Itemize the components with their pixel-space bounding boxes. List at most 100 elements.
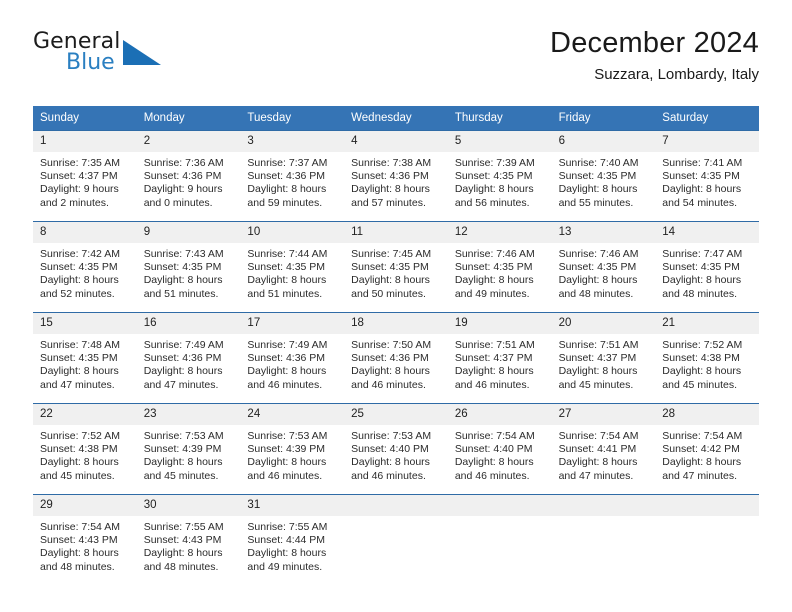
sunrise-text: Sunrise: 7:52 AM [662, 339, 743, 351]
day-details: Sunrise: 7:53 AM Sunset: 4:39 PM Daylight:… [137, 425, 241, 483]
sunset-text: Sunset: 4:40 PM [454, 443, 533, 456]
day-cell[interactable]: 10 Sunrise: 7:44 AM Sunset: 4:35 PM Dayligh… [240, 222, 345, 312]
day-cell[interactable]: 7 Sunrise: 7:41 AM Sunset: 4:35 PM Daylight… [655, 131, 759, 221]
daylight-text-line2: and 2 minutes. [40, 196, 109, 209]
sunrise-text: Sunrise: 7:38 AM [351, 157, 432, 169]
sunrise-text: Sunrise: 7:47 AM [662, 248, 743, 260]
daylight-text-line1: Daylight: 8 hours [662, 183, 742, 196]
day-number: 24 [240, 404, 345, 425]
day-details: Sunrise: 7:44 AM Sunset: 4:35 PM Daylight:… [240, 243, 344, 301]
sunrise-text: Sunrise: 7:51 AM [454, 339, 535, 351]
day-number: 13 [551, 222, 656, 243]
day-number: 16 [136, 313, 241, 334]
day-details: Sunrise: 7:40 AM Sunset: 4:35 PM Daylight:… [552, 152, 656, 210]
day-details: Sunrise: 7:35 AM Sunset: 4:37 PM Daylight:… [33, 152, 137, 210]
day-cell[interactable]: 25 Sunrise: 7:53 AM Sunset: 4:40 PM Dayligh… [344, 404, 448, 494]
day-cell[interactable]: 28 Sunrise: 7:54 AM Sunset: 4:42 PM Dayligh… [655, 404, 759, 494]
sunset-text: Sunset: 4:35 PM [40, 352, 118, 365]
day-cell[interactable]: 29 Sunrise: 7:54 AM Sunset: 4:43 PM Dayligh… [33, 495, 137, 574]
sunset-text: Sunset: 4:35 PM [40, 261, 118, 274]
day-cell[interactable]: 20 Sunrise: 7:51 AM Sunset: 4:37 PM Dayligh… [551, 313, 656, 403]
sunrise-text: Sunrise: 7:41 AM [662, 157, 743, 169]
daylight-text-line1: Daylight: 8 hours [662, 456, 742, 469]
sunrise-text: Sunrise: 7:45 AM [351, 248, 432, 260]
daylight-text-line2: and 47 minutes. [662, 469, 737, 482]
day-details: Sunrise: 7:50 AM Sunset: 4:36 PM Daylight:… [344, 334, 448, 392]
day-cell[interactable]: 8 Sunrise: 7:42 AM Sunset: 4:35 PM Daylight… [33, 222, 137, 312]
day-cell[interactable]: 5 Sunrise: 7:39 AM Sunset: 4:35 PM Daylight… [447, 131, 552, 221]
daylight-text-line2: and 46 minutes. [351, 378, 426, 391]
day-cell[interactable]: 31 Sunrise: 7:55 AM Sunset: 4:44 PM Dayligh… [240, 495, 345, 574]
blue-triangle-logo-icon [123, 40, 161, 65]
day-cell[interactable]: 21 Sunrise: 7:52 AM Sunset: 4:38 PM Dayligh… [655, 313, 759, 403]
sunrise-text: Sunrise: 7:36 AM [143, 157, 224, 169]
sunset-text: Sunset: 4:37 PM [558, 352, 637, 365]
day-number: 26 [447, 404, 552, 425]
weekday-header-thursday: Thursday [454, 112, 503, 124]
daylight-text-line1: Daylight: 8 hours [247, 274, 327, 287]
day-details: Sunrise: 7:37 AM Sunset: 4:36 PM Daylight:… [240, 152, 344, 210]
sunset-text: Sunset: 4:44 PM [247, 534, 326, 547]
daylight-text-line2: and 46 minutes. [351, 469, 426, 482]
day-cell[interactable]: 18 Sunrise: 7:50 AM Sunset: 4:36 PM Dayligh… [344, 313, 448, 403]
day-details: Sunrise: 7:52 AM Sunset: 4:38 PM Daylight:… [33, 425, 137, 483]
day-cell[interactable]: 26 Sunrise: 7:54 AM Sunset: 4:40 PM Dayligh… [447, 404, 552, 494]
sunset-text: Sunset: 4:41 PM [558, 443, 637, 456]
day-cell[interactable]: 2 Sunrise: 7:36 AM Sunset: 4:36 PM Daylight… [136, 131, 241, 221]
day-cell[interactable]: 13 Sunrise: 7:46 AM Sunset: 4:35 PM Dayligh… [551, 222, 656, 312]
day-details: Sunrise: 7:46 AM Sunset: 4:35 PM Daylight:… [448, 243, 552, 301]
sunset-text: Sunset: 4:39 PM [143, 443, 222, 456]
day-cell[interactable]: 15 Sunrise: 7:48 AM Sunset: 4:35 PM Dayligh… [33, 313, 137, 403]
day-cell[interactable]: 22 Sunrise: 7:52 AM Sunset: 4:38 PM Dayligh… [33, 404, 137, 494]
day-cell[interactable]: 11 Sunrise: 7:45 AM Sunset: 4:35 PM Dayligh… [344, 222, 448, 312]
day-cell[interactable]: 9 Sunrise: 7:43 AM Sunset: 4:35 PM Daylight… [136, 222, 241, 312]
daylight-text-line1: Daylight: 8 hours [40, 365, 119, 378]
sunrise-text: Sunrise: 7:55 AM [143, 521, 224, 533]
day-details: Sunrise: 7:49 AM Sunset: 4:36 PM Daylight:… [137, 334, 241, 392]
day-cell[interactable]: 16 Sunrise: 7:49 AM Sunset: 4:36 PM Dayligh… [136, 313, 241, 403]
day-number: 31 [240, 495, 345, 516]
daylight-text-line1: Daylight: 8 hours [247, 365, 327, 378]
sunrise-text: Sunrise: 7:35 AM [40, 157, 120, 169]
daylight-text-line2: and 48 minutes. [40, 560, 115, 573]
day-cell[interactable]: 12 Sunrise: 7:46 AM Sunset: 4:35 PM Dayligh… [447, 222, 552, 312]
day-details: Sunrise: 7:52 AM Sunset: 4:38 PM Daylight:… [655, 334, 759, 392]
page-title: December 2024 [550, 27, 759, 59]
day-cell[interactable]: 17 Sunrise: 7:49 AM Sunset: 4:36 PM Dayligh… [240, 313, 345, 403]
day-cell[interactable]: 14 Sunrise: 7:47 AM Sunset: 4:35 PM Dayligh… [655, 222, 759, 312]
day-cell[interactable]: 27 Sunrise: 7:54 AM Sunset: 4:41 PM Dayligh… [551, 404, 656, 494]
day-details [655, 516, 759, 521]
daylight-text-line2: and 48 minutes. [143, 560, 219, 573]
day-details: Sunrise: 7:41 AM Sunset: 4:35 PM Daylight:… [655, 152, 759, 210]
sunrise-text: Sunrise: 7:46 AM [558, 248, 639, 260]
day-details: Sunrise: 7:49 AM Sunset: 4:36 PM Daylight:… [240, 334, 344, 392]
day-number: 28 [655, 404, 759, 425]
daylight-text-line2: and 51 minutes. [247, 287, 323, 300]
daylight-text-line2: and 0 minutes. [143, 196, 213, 209]
day-cell[interactable]: 1 Sunrise: 7:35 AM Sunset: 4:37 PM Daylight… [33, 131, 137, 221]
sunset-text: Sunset: 4:43 PM [143, 534, 222, 547]
day-cell[interactable]: 6 Sunrise: 7:40 AM Sunset: 4:35 PM Daylight… [551, 131, 656, 221]
day-cell[interactable]: 3 Sunrise: 7:37 AM Sunset: 4:36 PM Daylight… [240, 131, 345, 221]
calendar-page: General Blue December 2024 Suzzara, Lomb… [0, 0, 792, 612]
daylight-text-line2: and 45 minutes. [143, 469, 219, 482]
brand-logo[interactable]: General Blue [33, 29, 163, 81]
day-cell[interactable]: 24 Sunrise: 7:53 AM Sunset: 4:39 PM Dayligh… [240, 404, 345, 494]
day-number: 29 [33, 495, 137, 516]
daylight-text-line1: Daylight: 8 hours [247, 183, 327, 196]
day-cell[interactable]: 19 Sunrise: 7:51 AM Sunset: 4:37 PM Dayligh… [447, 313, 552, 403]
week-row: 15 Sunrise: 7:48 AM Sunset: 4:35 PM Dayligh… [33, 312, 759, 403]
sunrise-text: Sunrise: 7:53 AM [247, 430, 328, 442]
day-number: 1 [33, 131, 137, 152]
daylight-text-line2: and 49 minutes. [247, 560, 323, 573]
daylight-text-line2: and 45 minutes. [662, 378, 737, 391]
day-cell[interactable]: 4 Sunrise: 7:38 AM Sunset: 4:36 PM Daylight… [344, 131, 448, 221]
weekday-header-wednesday: Wednesday [351, 112, 412, 124]
sunrise-text: Sunrise: 7:49 AM [247, 339, 328, 351]
daylight-text-line2: and 50 minutes. [351, 287, 426, 300]
day-cell[interactable]: 30 Sunrise: 7:55 AM Sunset: 4:43 PM Dayligh… [136, 495, 241, 574]
day-cell[interactable]: 23 Sunrise: 7:53 AM Sunset: 4:39 PM Dayligh… [136, 404, 241, 494]
page-header: General Blue December 2024 Suzzara, Lomb… [0, 0, 792, 100]
day-number: 19 [447, 313, 552, 334]
daylight-text-line1: Daylight: 8 hours [454, 456, 534, 469]
